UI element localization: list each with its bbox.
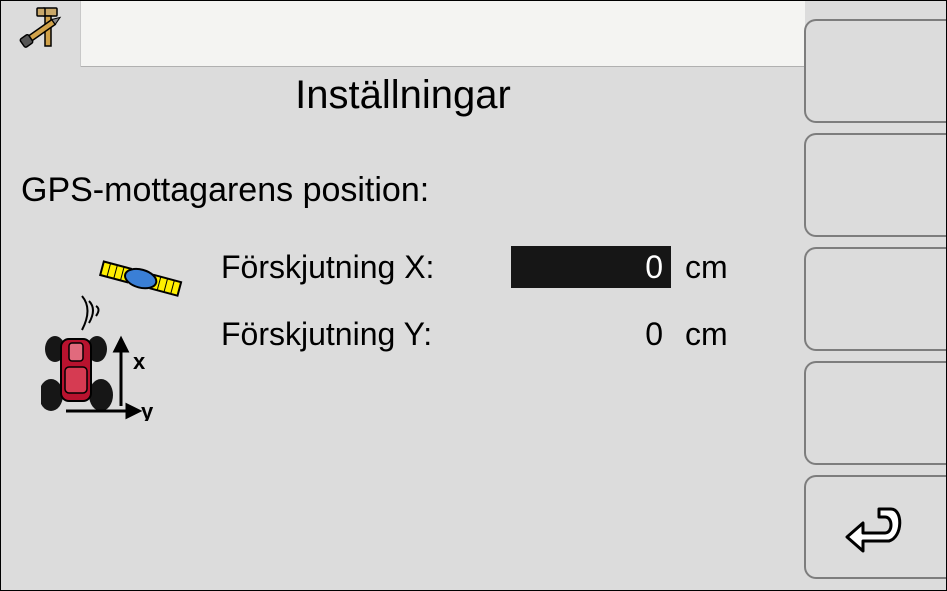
offset-y-value[interactable]: 0: [511, 313, 671, 355]
offset-x-row: Förskjutning X: 0 cm: [221, 246, 728, 288]
offset-y-unit: cm: [685, 316, 728, 353]
back-arrow-icon: [841, 497, 911, 557]
topbar: [1, 1, 805, 67]
softkey-column: [804, 19, 946, 579]
tools-icon: [13, 4, 69, 65]
offset-x-label: Förskjutning X:: [221, 249, 511, 286]
softkey-back[interactable]: [804, 475, 946, 579]
diagram-x-label: x: [133, 349, 146, 374]
diagram-y-label: y: [141, 399, 154, 421]
offset-x-unit: cm: [685, 249, 728, 286]
section-label: GPS-mottagarens position:: [21, 171, 429, 210]
softkey-3[interactable]: [804, 247, 946, 351]
offset-x-value[interactable]: 0: [511, 246, 671, 288]
softkey-2[interactable]: [804, 133, 946, 237]
offset-y-row: Förskjutning Y: 0 cm: [221, 313, 728, 355]
tractor-satellite-icon: x y: [41, 251, 201, 421]
softkey-1[interactable]: [804, 19, 946, 123]
settings-screen: Inställningar GPS-mottagarens position:: [0, 0, 947, 591]
gps-position-diagram: x y: [41, 251, 201, 421]
offset-y-label: Förskjutning Y:: [221, 316, 511, 353]
softkey-4[interactable]: [804, 361, 946, 465]
page-title: Inställningar: [1, 73, 805, 118]
tools-button[interactable]: [1, 1, 81, 67]
